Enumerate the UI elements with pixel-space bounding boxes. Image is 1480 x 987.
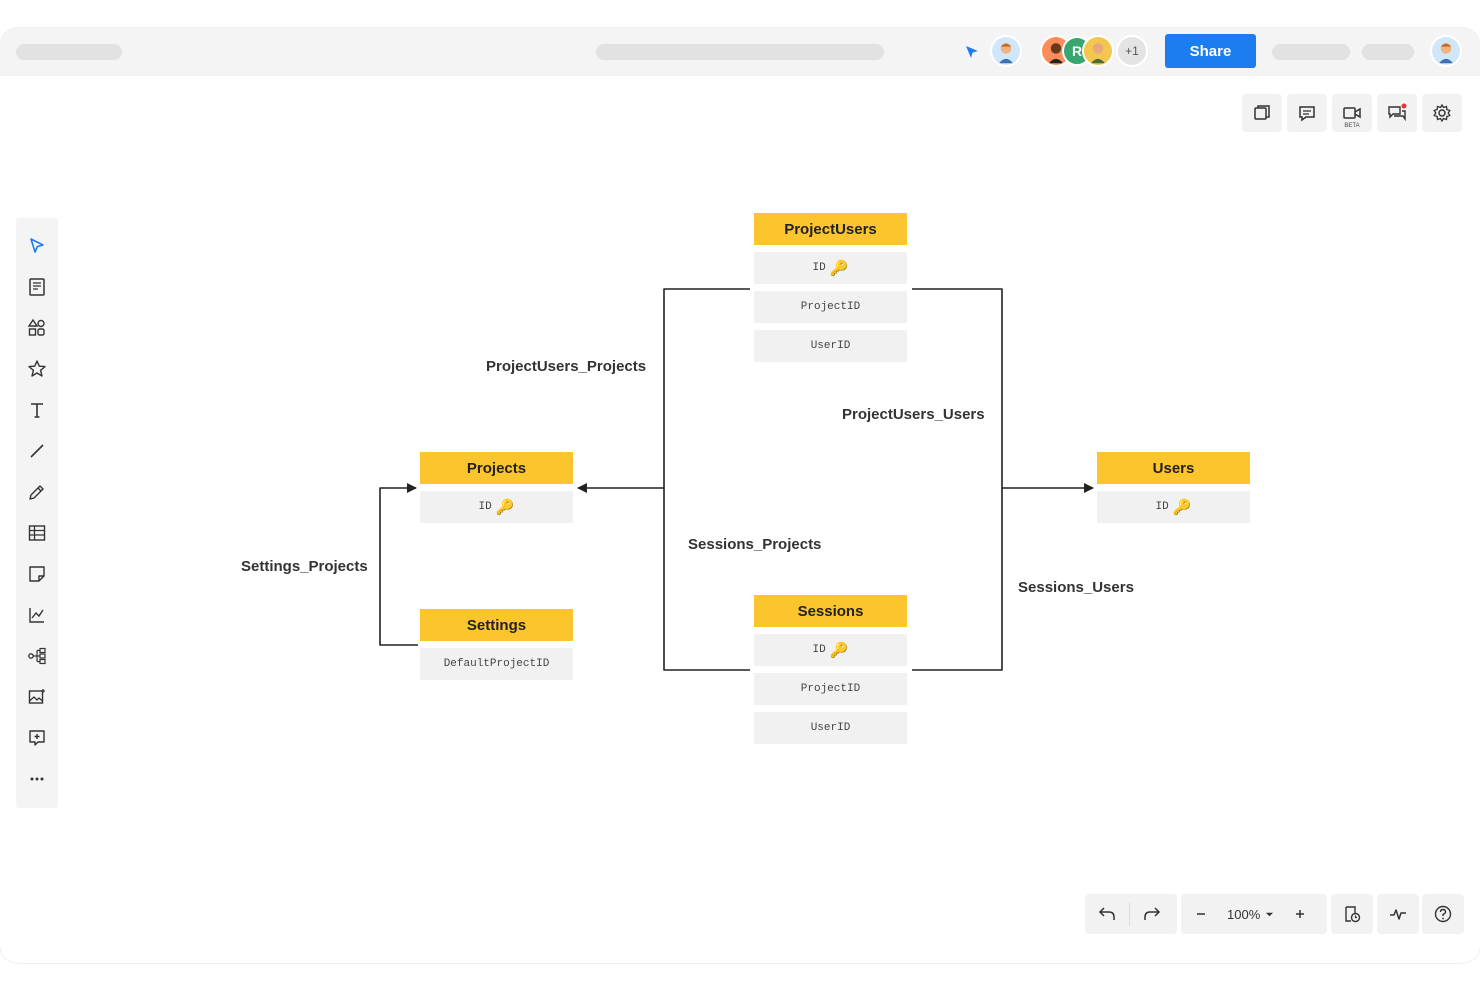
connector-sessions-projects[interactable] (663, 488, 750, 671)
field-row[interactable]: ID 🔑 (1097, 491, 1250, 523)
chevron-down-icon (1266, 912, 1274, 916)
field-row[interactable]: ID 🔑 (754, 634, 907, 666)
entity-settings[interactable]: Settings DefaultProjectID (420, 609, 573, 680)
field-name: ID (812, 262, 826, 274)
key-icon: 🔑 (829, 641, 849, 659)
help-control (1422, 894, 1464, 934)
field-row[interactable]: DefaultProjectID (420, 648, 573, 680)
field-name: DefaultProjectID (443, 658, 550, 670)
diagram-canvas[interactable]: ProjectUsers ID 🔑 ProjectID UserID Proje… (0, 28, 1480, 963)
zoom-controls: 100% (1181, 894, 1327, 934)
field-name: UserID (810, 340, 851, 352)
undo-icon (1098, 907, 1115, 920)
connector-lines (379, 288, 1094, 671)
relationship-label-sessions-users[interactable]: Sessions_Users (1018, 579, 1134, 596)
field-row[interactable]: ProjectID (754, 673, 907, 705)
field-row[interactable]: ID 🔑 (754, 252, 907, 284)
help-button[interactable] (1422, 894, 1464, 934)
field-name: ID (1155, 501, 1169, 513)
field-name: ID (812, 644, 826, 656)
entity-projects[interactable]: Projects ID 🔑 (420, 452, 573, 523)
zoom-level-dropdown[interactable]: 100% (1221, 907, 1280, 922)
connector-projectusers-projects[interactable] (577, 288, 750, 493)
entity-sessions[interactable]: Sessions ID 🔑 ProjectID UserID (754, 595, 907, 744)
connector-projectusers-users[interactable] (912, 288, 1094, 493)
key-icon: 🔑 (495, 498, 515, 516)
field-name: UserID (810, 722, 851, 734)
redo-button[interactable] (1130, 894, 1174, 934)
relationship-label-projectusers-projects[interactable]: ProjectUsers_Projects (486, 358, 646, 375)
relationship-label-projectusers-users[interactable]: ProjectUsers_Users (842, 406, 985, 423)
connector-settings-projects[interactable] (379, 483, 418, 646)
relationship-label-sessions-projects[interactable]: Sessions_Projects (688, 536, 821, 553)
zoom-out-button[interactable] (1181, 894, 1221, 934)
plus-icon (1296, 910, 1305, 918)
entity-title: Users (1097, 452, 1250, 484)
connector-sessions-users[interactable] (912, 488, 1003, 671)
entity-title: Sessions (754, 595, 907, 627)
entity-users[interactable]: Users ID 🔑 (1097, 452, 1250, 523)
field-row[interactable]: UserID (754, 330, 907, 362)
field-name: ProjectID (800, 683, 861, 695)
help-icon (1434, 905, 1452, 923)
version-history-button[interactable] (1331, 894, 1373, 934)
app-window: R +1 Share BETA ProjectUsers ID 🔑 Projec… (0, 28, 1480, 963)
key-icon: 🔑 (1172, 498, 1192, 516)
field-row[interactable]: ID 🔑 (420, 491, 573, 523)
key-icon: 🔑 (829, 259, 849, 277)
version-history-control (1331, 894, 1373, 934)
field-name: ID (478, 501, 492, 513)
entity-project-users[interactable]: ProjectUsers ID 🔑 ProjectID UserID (754, 213, 907, 362)
field-name: ProjectID (800, 301, 861, 313)
history-controls (1085, 894, 1177, 934)
history-icon (1345, 906, 1361, 923)
field-row[interactable]: UserID (754, 712, 907, 744)
field-row[interactable]: ProjectID (754, 291, 907, 323)
zoom-in-button[interactable] (1280, 894, 1320, 934)
relationship-label-settings-projects[interactable]: Settings_Projects (241, 558, 368, 575)
entity-title: ProjectUsers (754, 213, 907, 245)
zoom-level-value: 100% (1227, 906, 1261, 922)
undo-button[interactable] (1085, 894, 1129, 934)
redo-icon (1144, 907, 1161, 920)
activity-button[interactable] (1377, 894, 1419, 934)
entity-title: Settings (420, 609, 573, 641)
activity-control (1377, 894, 1419, 934)
activity-icon (1390, 909, 1406, 920)
entity-title: Projects (420, 452, 573, 484)
minus-icon (1197, 913, 1205, 915)
